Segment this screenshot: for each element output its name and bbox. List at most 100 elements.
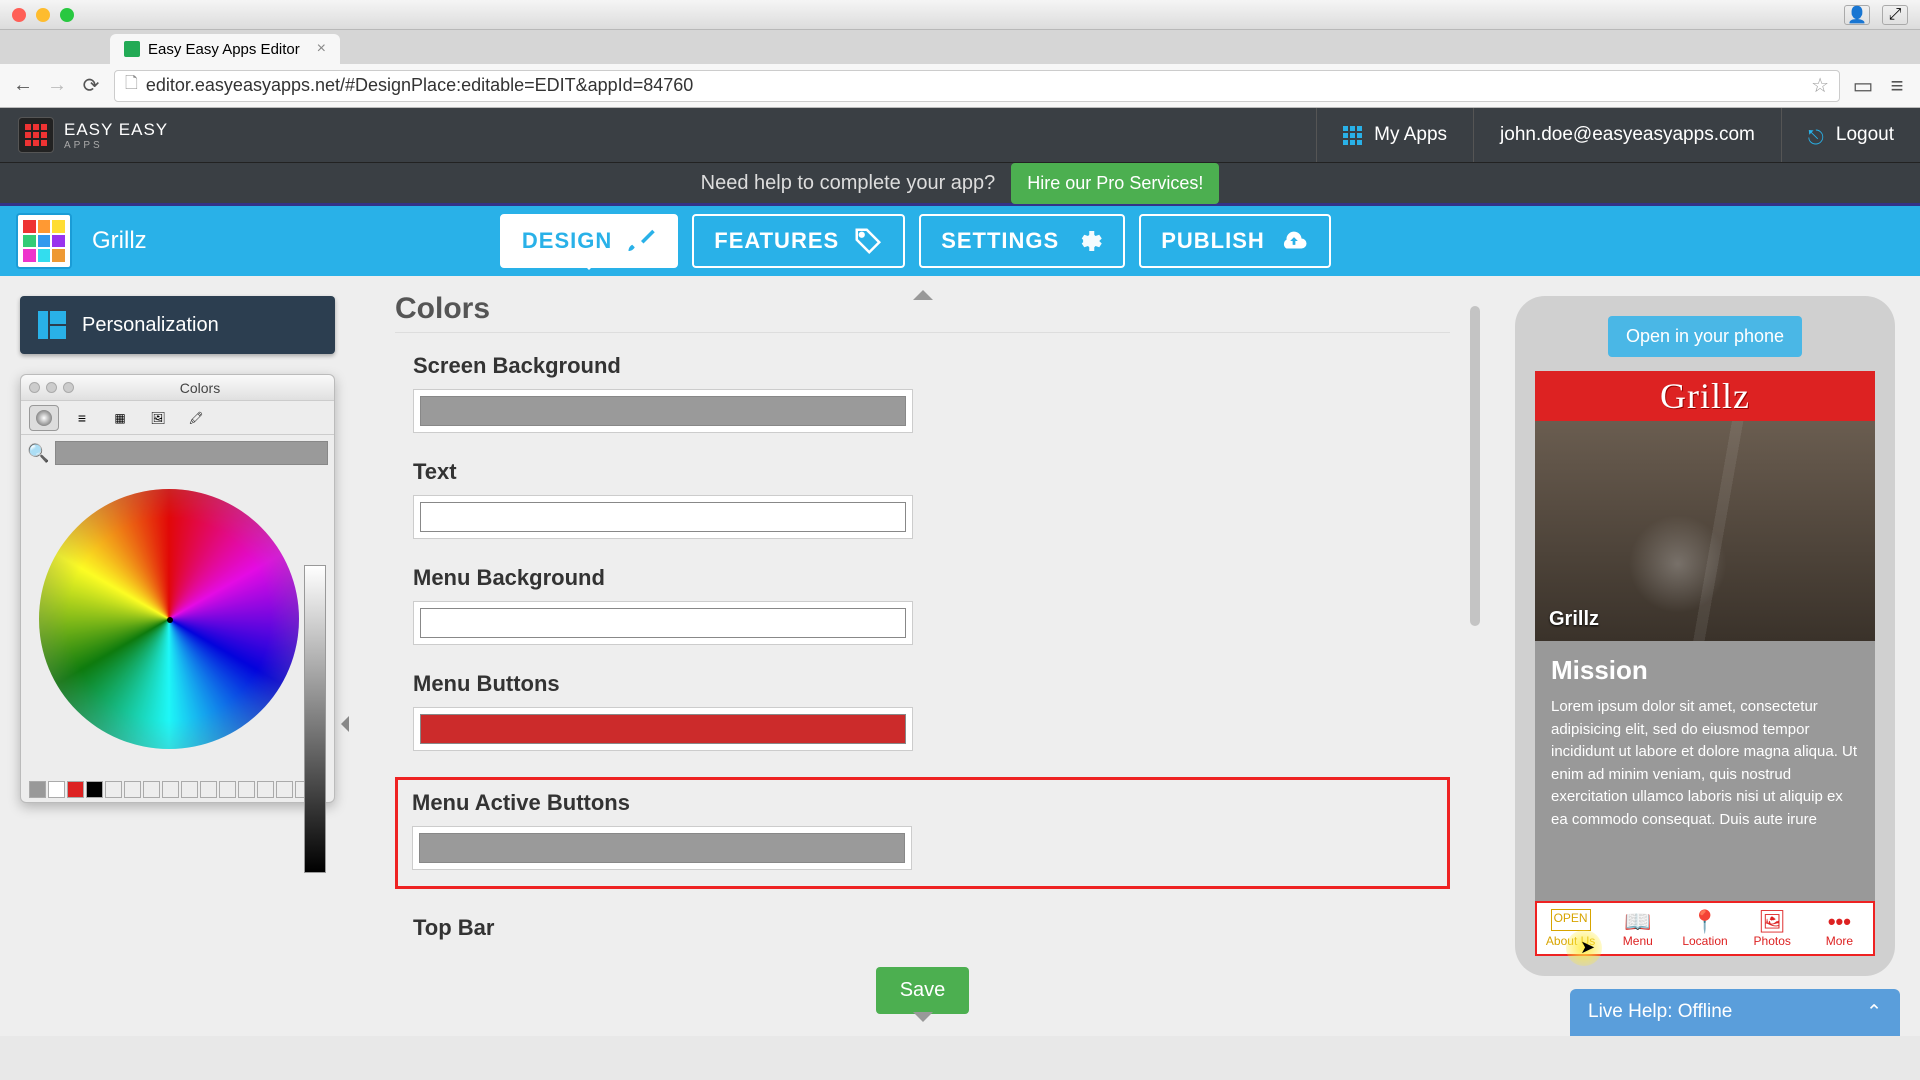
bookmark-icon[interactable]: ☆ bbox=[1811, 73, 1829, 98]
live-help-widget[interactable]: Live Help: Offline ⌃ bbox=[1570, 989, 1900, 1036]
app-header: EASY EASY APPS My Apps john.doe@easyeasy… bbox=[0, 108, 1920, 162]
hire-pro-button[interactable]: Hire our Pro Services! bbox=[1011, 163, 1219, 204]
fullscreen-icon[interactable]: ⤢ bbox=[1882, 5, 1908, 25]
logout-link[interactable]: ⎋ Logout bbox=[1781, 108, 1920, 162]
app-icon bbox=[16, 213, 72, 269]
color-image-tab[interactable]: 🖼 bbox=[143, 405, 173, 431]
cloud-upload-icon bbox=[1279, 226, 1309, 256]
color-input[interactable] bbox=[413, 601, 913, 645]
field-label: Top Bar bbox=[413, 915, 1450, 941]
color-wheel-tab[interactable] bbox=[29, 405, 59, 431]
layout-icon bbox=[38, 311, 66, 339]
color-picker-modes: ≡ ▦ 🖼 🖍 bbox=[21, 401, 334, 435]
tab-publish[interactable]: PUBLISH bbox=[1139, 214, 1331, 268]
color-palettes-tab[interactable]: ▦ bbox=[105, 405, 135, 431]
mission-title: Mission bbox=[1551, 655, 1859, 686]
field-label: Menu Buttons bbox=[413, 671, 1450, 697]
my-apps-link[interactable]: My Apps bbox=[1316, 108, 1473, 162]
field-text: Text bbox=[413, 459, 1450, 539]
field-label: Screen Background bbox=[413, 353, 1450, 379]
mission-text: Lorem ipsum dolor sit amet, consectetur … bbox=[1551, 696, 1859, 831]
tab-label: Menu bbox=[1623, 934, 1653, 948]
app-title: Grillz bbox=[92, 227, 147, 255]
user-email[interactable]: john.doe@easyeasyapps.com bbox=[1473, 108, 1781, 162]
address-bar[interactable]: 🗋 ☆ bbox=[114, 70, 1840, 102]
tab-features[interactable]: FEATURES bbox=[692, 214, 905, 268]
tab-label: Photos bbox=[1754, 934, 1791, 948]
magnifier-icon[interactable]: 🔍 bbox=[27, 443, 49, 464]
brand-logo-icon bbox=[18, 117, 54, 153]
field-label: Menu Active Buttons bbox=[412, 790, 1433, 816]
gear-icon bbox=[1073, 226, 1103, 256]
open-sign-icon: OPEN bbox=[1551, 909, 1591, 931]
tab-close-icon[interactable]: × bbox=[317, 40, 326, 58]
settings-pane: Colors Screen Background Text Menu Backg… bbox=[355, 276, 1490, 1036]
main-content: Personalization Colors ≡ ▦ 🖼 🖍 🔍 bbox=[0, 276, 1920, 1036]
preview-tab-menu[interactable]: 📖 Menu bbox=[1604, 903, 1671, 954]
user-email-label: john.doe@easyeasyapps.com bbox=[1500, 124, 1755, 146]
window-zoom-button[interactable] bbox=[60, 8, 74, 22]
phone-preview: Open in your phone Grillz Grillz Mission… bbox=[1515, 296, 1895, 976]
field-menu-active-buttons: Menu Active Buttons bbox=[395, 777, 1450, 889]
logout-icon: ⎋ bbox=[1808, 127, 1824, 143]
promo-bar: Need help to complete your app? Hire our… bbox=[0, 162, 1920, 206]
preview-tab-photos[interactable]: 🖼 Photos bbox=[1739, 903, 1806, 954]
tab-features-label: FEATURES bbox=[714, 228, 839, 254]
promo-text: Need help to complete your app? bbox=[701, 172, 996, 195]
chrome-menu-icon[interactable]: ≡ bbox=[1886, 73, 1908, 99]
tab-title: Easy Easy Apps Editor bbox=[148, 41, 300, 58]
window-minimize-button[interactable] bbox=[36, 8, 50, 22]
color-picker-titlebar[interactable]: Colors bbox=[21, 375, 334, 401]
my-apps-label: My Apps bbox=[1374, 124, 1447, 146]
tag-icon bbox=[853, 226, 883, 256]
url-input[interactable] bbox=[146, 75, 1811, 96]
color-input[interactable] bbox=[412, 826, 912, 870]
pin-icon: 📍 bbox=[1691, 909, 1718, 931]
tab-design-label: DESIGN bbox=[522, 228, 612, 254]
image-icon: 🖼 bbox=[1758, 909, 1786, 931]
scrollbar[interactable] bbox=[1470, 306, 1480, 626]
scroll-up-icon[interactable] bbox=[913, 280, 933, 300]
preview-tab-more[interactable]: ••• More bbox=[1806, 903, 1873, 954]
chevron-up-icon: ⌃ bbox=[1866, 1001, 1882, 1024]
current-color-swatch[interactable] bbox=[55, 441, 328, 465]
browser-tab[interactable]: Easy Easy Apps Editor × bbox=[110, 34, 340, 64]
color-input[interactable] bbox=[413, 707, 913, 751]
book-icon: 📖 bbox=[1624, 909, 1651, 931]
preview-body: Mission Lorem ipsum dolor sit amet, cons… bbox=[1535, 641, 1875, 901]
scroll-down-icon[interactable] bbox=[913, 1012, 933, 1032]
tab-settings-label: SETTINGS bbox=[941, 228, 1059, 254]
preview-topbar: Grillz bbox=[1535, 371, 1875, 421]
brand-sub: APPS bbox=[64, 140, 168, 151]
brand-name: EASY EASY bbox=[64, 120, 168, 139]
color-input[interactable] bbox=[413, 495, 913, 539]
reload-button[interactable]: ⟳ bbox=[80, 75, 102, 97]
field-top-bar: Top Bar bbox=[413, 915, 1450, 941]
tab-design[interactable]: DESIGN bbox=[500, 214, 678, 268]
swatch-row[interactable] bbox=[21, 777, 334, 802]
tab-label: More bbox=[1826, 934, 1853, 948]
field-label: Menu Background bbox=[413, 565, 1450, 591]
tab-settings[interactable]: SETTINGS bbox=[919, 214, 1125, 268]
forward-button[interactable]: → bbox=[46, 75, 68, 97]
presentation-icon[interactable]: ▭ bbox=[1852, 73, 1874, 99]
color-wheel[interactable] bbox=[39, 489, 299, 749]
save-button[interactable]: Save bbox=[876, 967, 970, 1014]
field-label: Text bbox=[413, 459, 1450, 485]
field-menu-buttons: Menu Buttons bbox=[413, 671, 1450, 751]
color-crayons-tab[interactable]: 🖍 bbox=[181, 405, 211, 431]
personalization-button[interactable]: Personalization bbox=[20, 296, 335, 354]
app-nav: Grillz DESIGN FEATURES SETTINGS PUBLISH bbox=[0, 206, 1920, 276]
preview-hero-caption: Grillz bbox=[1549, 608, 1599, 631]
preview-tab-location[interactable]: 📍 Location bbox=[1671, 903, 1738, 954]
brightness-slider[interactable] bbox=[304, 565, 326, 873]
back-button[interactable]: ← bbox=[12, 75, 34, 97]
color-input[interactable] bbox=[413, 389, 913, 433]
tab-favicon bbox=[124, 41, 140, 57]
window-close-button[interactable] bbox=[12, 8, 26, 22]
brand[interactable]: EASY EASY APPS bbox=[0, 108, 186, 162]
user-menu-icon[interactable]: 👤 bbox=[1844, 5, 1870, 25]
color-sliders-tab[interactable]: ≡ bbox=[67, 405, 97, 431]
open-in-phone-button[interactable]: Open in your phone bbox=[1608, 316, 1802, 357]
logout-label: Logout bbox=[1836, 124, 1894, 146]
